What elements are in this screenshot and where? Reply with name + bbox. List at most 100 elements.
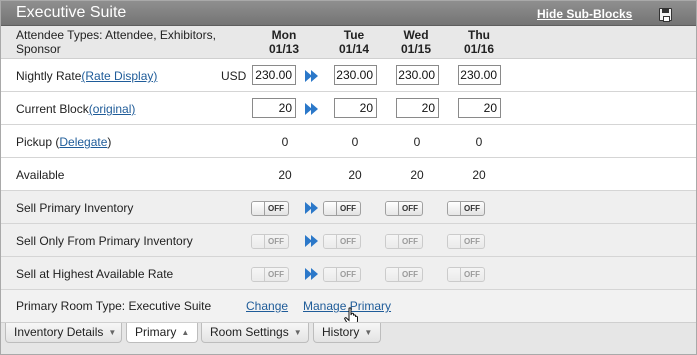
tab-inventory-details[interactable]: Inventory Details ▼ <box>5 323 122 343</box>
tab-label: Inventory Details <box>14 325 104 339</box>
day-date: 01/14 <box>338 42 370 56</box>
toggle-state: OFF <box>402 270 418 279</box>
nightly-rate-input-thu[interactable]: 230.00 <box>458 65 501 85</box>
sell-highest-toggle-mon[interactable]: OFF <box>251 267 289 282</box>
tab-label: Primary <box>135 325 177 339</box>
nightly-rate-input-tue[interactable]: 230.00 <box>334 65 377 85</box>
tab-history[interactable]: History ▼ <box>313 323 381 343</box>
day-name: Tue <box>343 28 365 42</box>
pickup-close-paren: ) <box>107 135 112 149</box>
day-header-mon: Mon 01/13 <box>254 28 314 56</box>
toggle-state: OFF <box>268 204 284 213</box>
hide-sub-blocks-link[interactable]: Hide Sub-Blocks <box>537 7 632 21</box>
copy-forward-icon[interactable] <box>305 202 319 214</box>
toggle-state: OFF <box>464 237 480 246</box>
save-icon[interactable] <box>659 8 672 22</box>
sub-tab-bar: Inventory Details ▼ Primary ▲ Room Setting… <box>1 322 696 354</box>
sell-only-primary-toggle-tue[interactable]: OFF <box>323 234 361 249</box>
currency-label: USD <box>221 69 247 83</box>
tab-primary[interactable]: Primary ▲ <box>126 323 198 343</box>
copy-forward-icon[interactable] <box>305 103 319 115</box>
panel-title-bar: Executive Suite Hide Sub-Blocks <box>1 1 696 26</box>
available-value-thu: 20 <box>472 168 486 182</box>
toggle-state: OFF <box>268 237 284 246</box>
chevron-down-icon: ▼ <box>293 328 302 337</box>
copy-forward-icon[interactable] <box>305 70 319 82</box>
current-block-input-tue[interactable]: 20 <box>334 98 377 118</box>
executive-suite-panel: Executive Suite Hide Sub-Blocks Attendee… <box>0 0 697 355</box>
day-name: Thu <box>468 28 490 42</box>
panel-title: Executive Suite <box>16 4 127 21</box>
sell-primary-toggle-mon[interactable]: OFF <box>251 201 289 216</box>
toggle-state: OFF <box>402 204 418 213</box>
nightly-rate-row: Nightly Rate(Rate Display) USD 230.00 23… <box>1 59 696 92</box>
day-header-wed: Wed 01/15 <box>386 28 446 56</box>
pickup-value-tue: 0 <box>351 135 359 149</box>
pickup-value-thu: 0 <box>475 135 483 149</box>
available-row: Available 20 20 20 20 <box>1 158 696 191</box>
sell-primary-row: Sell Primary Inventory OFF OFF OFF OFF <box>1 191 696 224</box>
nightly-rate-label: Nightly Rate(Rate Display) <box>16 69 157 83</box>
day-header-thu: Thu 01/16 <box>449 28 509 56</box>
available-label: Available <box>16 168 65 182</box>
sell-highest-toggle-thu[interactable]: OFF <box>447 267 485 282</box>
current-block-text: Current Block <box>16 102 89 116</box>
sell-primary-toggle-thu[interactable]: OFF <box>447 201 485 216</box>
day-date: 01/16 <box>463 42 495 56</box>
day-date: 01/15 <box>400 42 432 56</box>
pickup-row: Pickup (Delegate) 0 0 0 0 <box>1 125 696 158</box>
nightly-rate-input-mon[interactable]: 230.00 <box>252 65 296 85</box>
chevron-down-icon: ▼ <box>108 328 117 337</box>
attendee-types: Attendee Types: Attendee, Exhibitors, Sp… <box>16 28 246 56</box>
chevron-down-icon: ▼ <box>364 328 373 337</box>
sell-highest-toggle-wed[interactable]: OFF <box>385 267 423 282</box>
toggle-state: OFF <box>340 270 356 279</box>
copy-forward-icon[interactable] <box>305 268 319 280</box>
toggle-state: OFF <box>268 270 284 279</box>
nightly-rate-input-wed[interactable]: 230.00 <box>396 65 439 85</box>
day-name: Wed <box>403 28 429 42</box>
toggle-state: OFF <box>464 270 480 279</box>
day-header-tue: Tue 01/14 <box>324 28 384 56</box>
chevron-up-icon: ▲ <box>181 328 190 337</box>
available-value-tue: 20 <box>348 168 362 182</box>
toggle-state: OFF <box>340 204 356 213</box>
tab-label: Room Settings <box>210 325 289 339</box>
delegate-link[interactable]: Delegate <box>59 135 107 149</box>
tab-label: History <box>322 325 360 339</box>
current-block-input-thu[interactable]: 20 <box>458 98 501 118</box>
sell-only-primary-label: Sell Only From Primary Inventory <box>16 234 193 248</box>
pickup-value-wed: 0 <box>413 135 421 149</box>
sell-only-primary-toggle-thu[interactable]: OFF <box>447 234 485 249</box>
nightly-rate-text: Nightly Rate <box>16 69 82 83</box>
sell-primary-toggle-tue[interactable]: OFF <box>323 201 361 216</box>
tab-room-settings[interactable]: Room Settings ▼ <box>201 323 309 343</box>
sell-highest-label: Sell at Highest Available Rate <box>16 267 174 281</box>
toggle-state: OFF <box>402 237 418 246</box>
attendee-types-line1: Attendee Types: Attendee, Exhibitors, <box>16 28 216 42</box>
change-link[interactable]: Change <box>246 299 288 313</box>
current-block-input-mon[interactable]: 20 <box>252 98 296 118</box>
sell-highest-toggle-tue[interactable]: OFF <box>323 267 361 282</box>
current-block-input-wed[interactable]: 20 <box>396 98 439 118</box>
day-date: 01/13 <box>268 42 300 56</box>
current-block-label: Current Block(original) <box>16 102 135 116</box>
rate-display-link[interactable]: (Rate Display) <box>81 69 157 83</box>
days-header: Attendee Types: Attendee, Exhibitors, Sp… <box>1 26 696 59</box>
pickup-text: Pickup ( <box>16 135 60 149</box>
pickup-label: Pickup (Delegate) <box>16 135 111 149</box>
available-value-mon: 20 <box>278 168 292 182</box>
sell-only-primary-row: Sell Only From Primary Inventory OFF OFF… <box>1 224 696 257</box>
original-link[interactable]: (original) <box>89 102 136 116</box>
copy-forward-icon[interactable] <box>305 235 319 247</box>
toggle-state: OFF <box>340 237 356 246</box>
current-block-row: Current Block(original) 20 20 20 20 <box>1 92 696 125</box>
available-value-wed: 20 <box>410 168 424 182</box>
sell-only-primary-toggle-wed[interactable]: OFF <box>385 234 423 249</box>
toggle-state: OFF <box>464 204 480 213</box>
pickup-value-mon: 0 <box>281 135 289 149</box>
sell-only-primary-toggle-mon[interactable]: OFF <box>251 234 289 249</box>
sell-primary-toggle-wed[interactable]: OFF <box>385 201 423 216</box>
sell-highest-row: Sell at Highest Available Rate OFF OFF O… <box>1 257 696 290</box>
sell-primary-label: Sell Primary Inventory <box>16 201 134 215</box>
